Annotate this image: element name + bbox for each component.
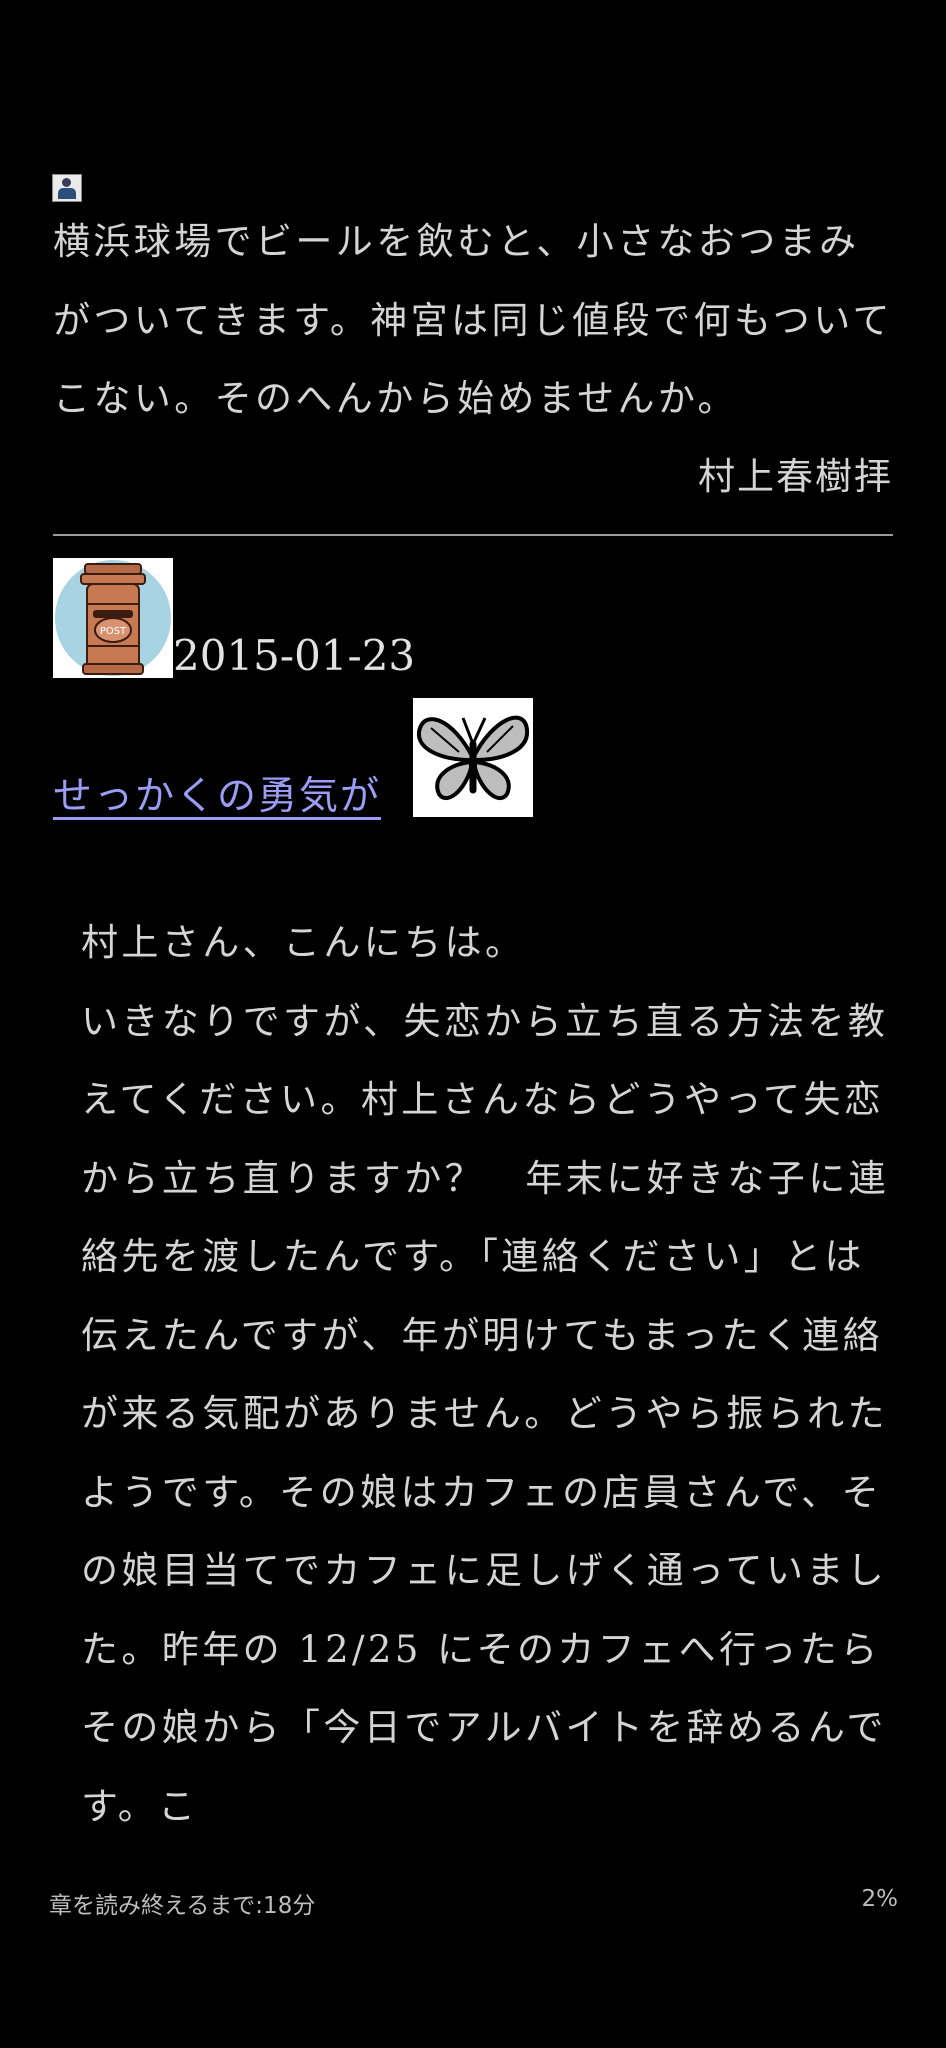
author-avatar-icon bbox=[52, 174, 82, 202]
author-signature: 村上春樹拝 bbox=[698, 455, 893, 498]
entry-title-link[interactable]: せっかくの勇気が bbox=[53, 770, 381, 824]
svg-text:POST: POST bbox=[100, 626, 127, 637]
butterfly-icon bbox=[413, 698, 533, 817]
post-box-icon: POST bbox=[53, 558, 173, 678]
reading-progress: 2% bbox=[861, 1886, 899, 1912]
entry-date: 2015-01-23 bbox=[173, 631, 416, 680]
section-divider bbox=[53, 534, 893, 536]
time-remaining-label: 章を読み終えるまで:18分 bbox=[49, 1893, 316, 1919]
letter-content: 村上さん、こんにちは。 いきなりですが、失恋から立ち直る方法を教えてください。村… bbox=[81, 904, 903, 1846]
letter-greeting: 村上さん、こんにちは。 bbox=[81, 921, 526, 964]
previous-answer-text: 横浜球場でビールを飲むと、小さなおつまみがついてきます。神宮は同じ値段で何もつい… bbox=[53, 220, 893, 420]
letter-body: いきなりですが、失恋から立ち直る方法を教えてください。村上さんならどうやって失恋… bbox=[81, 999, 889, 1828]
